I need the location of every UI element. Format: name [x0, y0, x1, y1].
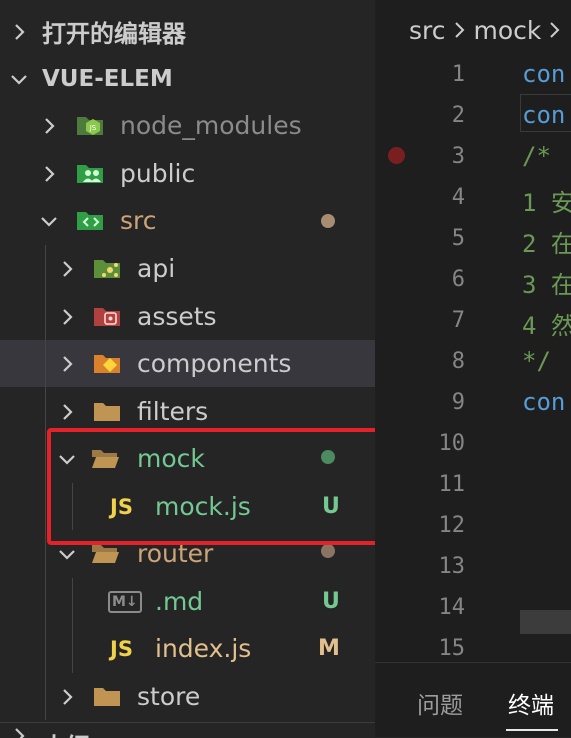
- tab-problems[interactable]: 问题: [417, 686, 463, 720]
- code-area[interactable]: con con /* 1 安 2 在 3 在 4 然 */ con: [520, 60, 571, 662]
- tree-item-public[interactable]: public: [0, 150, 375, 197]
- git-status-badge: M: [318, 636, 340, 661]
- code-line: 4 然: [522, 312, 571, 340]
- project-header[interactable]: VUE-ELEM: [0, 55, 375, 102]
- assets-folder-icon: [94, 308, 120, 326]
- code-line: 2 在: [522, 230, 571, 258]
- nodejs-folder-icon: JS: [77, 117, 103, 135]
- tree-item-label: src: [120, 206, 157, 235]
- tree-item-label: node_modules: [120, 111, 302, 140]
- tree-indent-guide: [72, 578, 73, 673]
- tree-item-label: index.js: [155, 634, 252, 663]
- tree-item-label: store: [137, 682, 201, 711]
- code-line: con: [522, 101, 566, 129]
- outline-header[interactable]: 大纲: [0, 722, 375, 738]
- tree-item-assets[interactable]: assets: [0, 293, 375, 340]
- javascript-file-icon: JS: [110, 636, 133, 661]
- components-folder-icon: [94, 355, 120, 373]
- line-number: 4: [451, 185, 465, 210]
- chevron-right-icon: [56, 686, 78, 708]
- tree-item-index-js[interactable]: JS index.js M: [0, 625, 375, 672]
- chevron-down-icon: [8, 68, 30, 90]
- chevron-right-icon: [56, 353, 78, 375]
- line-number: 14: [438, 595, 466, 620]
- line-number: 6: [451, 267, 465, 292]
- tree-item-components[interactable]: components: [0, 340, 375, 387]
- line-number: 5: [451, 226, 465, 251]
- line-number: 9: [451, 390, 465, 415]
- tree-item-label: api: [137, 254, 176, 283]
- modified-dot-icon: [321, 214, 335, 228]
- tree-indent-guide: [45, 245, 46, 720]
- chevron-right-icon: [8, 725, 30, 738]
- line-number: 1: [451, 62, 465, 87]
- code-line: con: [522, 388, 566, 416]
- tree-item-node-modules[interactable]: JS node_modules: [0, 102, 375, 149]
- highlight-box: [47, 428, 407, 545]
- tree-item-label: components: [137, 349, 292, 378]
- line-number: 2: [451, 103, 465, 128]
- active-tab-indicator: [506, 729, 558, 731]
- line-number: 15: [438, 636, 466, 661]
- line-number: 12: [438, 513, 466, 538]
- line-number-gutter: 1 2 3 4 5 6 7 8 9 10 11 12 13 14 15: [375, 60, 520, 662]
- line-number: 8: [451, 349, 465, 374]
- modified-dot-icon: [321, 544, 335, 558]
- chevron-right-icon: [8, 21, 30, 43]
- open-editors-label: 打开的编辑器: [42, 20, 186, 48]
- tree-item-store[interactable]: store: [0, 673, 375, 720]
- markdown-file-icon: M↓: [108, 590, 142, 613]
- code-line: 1 安: [522, 189, 571, 217]
- line-number: 11: [438, 472, 466, 497]
- chevron-right-icon: [38, 163, 60, 185]
- explorer-sidebar: 打开的编辑器 VUE-ELEM JS node_modules public s…: [0, 0, 375, 738]
- tree-item-api[interactable]: api: [0, 245, 375, 292]
- tree-item-label: .md: [155, 587, 204, 616]
- src-folder-icon: [77, 212, 103, 230]
- api-folder-icon: [94, 260, 120, 278]
- folder-icon: [94, 403, 120, 421]
- chevron-down-icon: [38, 210, 60, 232]
- outline-label: 大纲: [42, 727, 90, 738]
- chevron-right-icon: [38, 115, 60, 137]
- breadcrumb: src mock: [375, 0, 571, 60]
- code-line: 3 在: [522, 271, 571, 299]
- tree-item-label: assets: [137, 302, 217, 331]
- chevron-right-icon: [56, 258, 78, 280]
- code-line: */: [522, 347, 551, 375]
- chevron-right-icon: [56, 306, 78, 328]
- breadcrumb-item[interactable]: mock: [474, 16, 542, 45]
- breadcrumb-item[interactable]: src: [409, 16, 446, 45]
- chevron-right-icon: [454, 22, 464, 38]
- chevron-right-icon: [56, 401, 78, 423]
- svg-text:JS: JS: [89, 124, 97, 132]
- tree-item-md[interactable]: M↓ .md U: [0, 578, 375, 625]
- git-status-badge: U: [322, 589, 340, 614]
- horizontal-scrollbar[interactable]: [520, 610, 571, 634]
- line-number: 3: [451, 144, 465, 169]
- public-folder-icon: [77, 165, 103, 183]
- code-line: con: [522, 60, 566, 88]
- line-number: 10: [438, 431, 466, 456]
- tab-terminal[interactable]: 终端: [508, 686, 554, 720]
- line-number: 7: [451, 308, 465, 333]
- tree-item-label: public: [120, 159, 196, 188]
- tree-item-label: filters: [137, 397, 209, 426]
- open-editors-header[interactable]: 打开的编辑器: [0, 8, 375, 55]
- project-label: VUE-ELEM: [42, 65, 173, 92]
- chevron-right-icon: [550, 22, 560, 38]
- code-line: /*: [522, 142, 551, 170]
- folder-icon: [94, 688, 120, 706]
- tree-item-src[interactable]: src: [0, 197, 375, 244]
- line-number: 13: [438, 554, 466, 579]
- chevron-down-icon: [56, 543, 78, 565]
